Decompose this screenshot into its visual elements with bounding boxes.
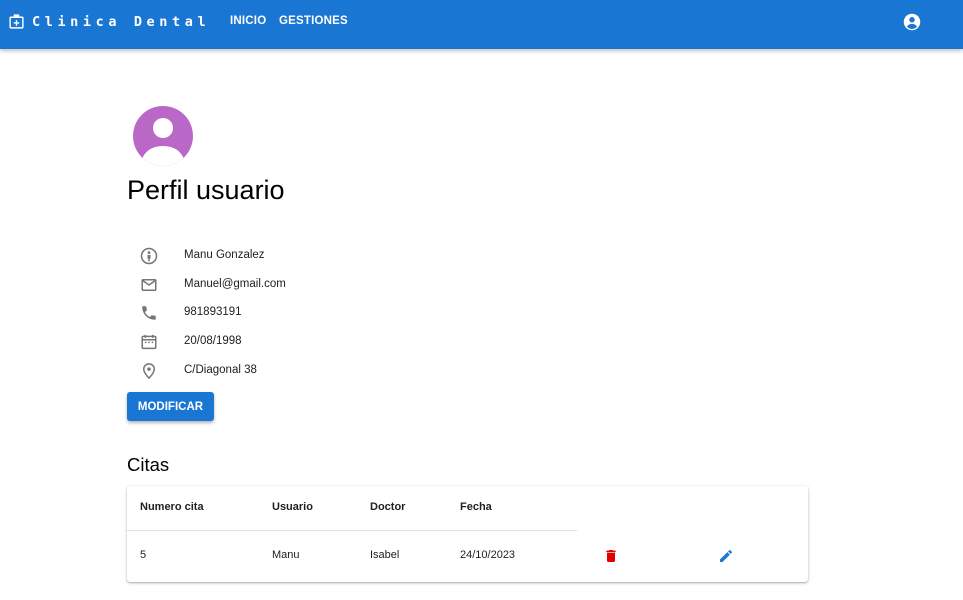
- cell-fecha: 24/10/2023: [460, 549, 516, 561]
- person-avatar-icon: [141, 118, 185, 166]
- edit-icon[interactable]: [718, 548, 734, 564]
- column-header-usuario: Usuario: [272, 501, 313, 513]
- cell-doctor: Isabel: [370, 549, 400, 561]
- account-circle-icon[interactable]: [903, 13, 921, 31]
- info-email: Manuel@gmail.com: [140, 276, 440, 296]
- info-birthdate: 20/08/1998: [140, 333, 440, 353]
- column-header-doctor: Doctor: [370, 501, 406, 513]
- appointments-table: Numero cita Usuario Doctor Fecha 5 Manu …: [127, 486, 808, 582]
- avatar: [133, 106, 193, 166]
- app-bar: Clinica Dental INICIO GESTIONES: [0, 0, 963, 49]
- location-icon: [142, 363, 156, 380]
- modify-button[interactable]: MODIFICAR: [127, 392, 214, 421]
- phone-value: 981893191: [184, 306, 242, 318]
- nav-gestiones[interactable]: GESTIONES: [279, 15, 348, 27]
- app-title[interactable]: Clinica Dental: [32, 14, 210, 30]
- name-value: Manu Gonzalez: [184, 249, 265, 261]
- address-value: C/Diagonal 38: [184, 364, 257, 376]
- calendar-icon: [141, 334, 157, 350]
- nav-inicio[interactable]: INICIO: [230, 15, 266, 27]
- header-divider: [127, 530, 577, 531]
- medical-bag-icon: [9, 14, 24, 29]
- email-icon: [141, 279, 157, 291]
- cell-numero: 5: [140, 549, 147, 561]
- delete-icon[interactable]: [603, 548, 619, 564]
- page-title: Perfil usuario: [127, 175, 285, 205]
- column-header-fecha: Fecha: [460, 501, 492, 513]
- phone-icon: [142, 306, 156, 320]
- cell-usuario: Manu: [272, 549, 300, 561]
- info-phone: 981893191: [140, 304, 440, 324]
- info-name: Manu Gonzalez: [140, 247, 440, 267]
- birthdate-value: 20/08/1998: [184, 335, 242, 347]
- column-header-numero: Numero cita: [140, 501, 204, 513]
- person-icon: [140, 247, 158, 265]
- appointments-title: Citas: [127, 454, 170, 475]
- email-value: Manuel@gmail.com: [184, 278, 286, 290]
- info-address: C/Diagonal 38: [140, 362, 440, 382]
